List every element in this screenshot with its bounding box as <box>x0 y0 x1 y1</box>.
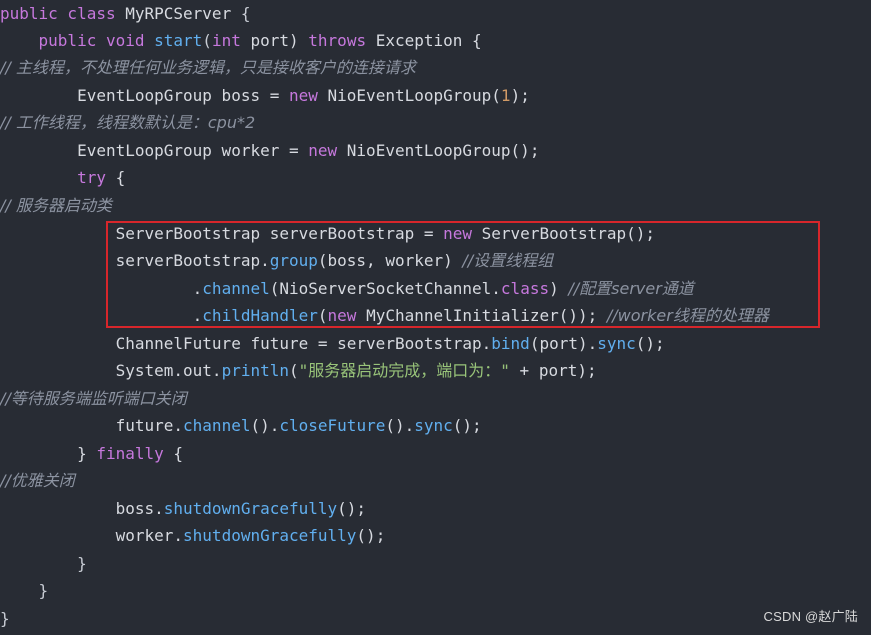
plain-token: . <box>0 306 203 325</box>
code-line-21: } <box>0 554 87 573</box>
method-name-token: println <box>221 361 289 380</box>
plain-token: ServerBootstrap(); <box>472 224 656 243</box>
plain-token: ( <box>317 306 328 325</box>
number-token: 1 <box>500 86 511 105</box>
method-name-token: closeFuture <box>279 416 386 435</box>
code-line-19: boss.shutdownGracefully(); <box>0 495 366 522</box>
plain-token: } <box>0 444 97 463</box>
code-line-7: try { <box>0 164 125 191</box>
code-line-9: ServerBootstrap serverBootstrap = new Se… <box>0 220 655 247</box>
watermark-text: CSDN @赵广陆 <box>763 609 858 624</box>
plain-token: NioEventLoopGroup( <box>317 86 501 105</box>
keyword-token: public void <box>0 31 155 50</box>
plain-token: (); <box>452 416 482 435</box>
code-line-10: serverBootstrap.group(boss, worker) //设置… <box>0 247 554 274</box>
method-name-token: bind <box>491 334 530 353</box>
keyword-token: try <box>77 168 106 187</box>
code-comment-line: //等待服务端监听端口关闭 <box>0 389 187 408</box>
code-line-4: EventLoopGroup boss = new NioEventLoopGr… <box>0 82 530 109</box>
plain-token: (). <box>250 416 280 435</box>
plain-token: ); <box>510 86 530 105</box>
code-line-6: EventLoopGroup worker = new NioEventLoop… <box>0 137 539 164</box>
code-line-13: ChannelFuture future = serverBootstrap.b… <box>0 330 665 357</box>
method-name-token: shutdownGracefully <box>183 526 357 545</box>
plain-token: (boss, worker) <box>317 251 463 270</box>
plain-token: (); <box>337 499 367 518</box>
keyword-token: new <box>327 306 357 325</box>
plain-token: . <box>0 279 203 298</box>
plain-token: { <box>163 444 184 463</box>
plain-token: EventLoopGroup boss = <box>0 86 289 105</box>
code-line-17: } finally { <box>0 440 183 467</box>
code-line-2: public void start(int port) throws Excep… <box>0 27 482 54</box>
class-name-token: MyRPCServer <box>125 4 232 23</box>
plain-token: port) <box>240 31 309 50</box>
method-name-token: channel <box>202 279 270 298</box>
plain-token: MyChannelInitializer()); <box>356 306 607 325</box>
keyword-token: new <box>288 86 318 105</box>
string-token: "服务器启动完成，端口为：" <box>298 361 510 380</box>
code-line-11: .channel(NioServerSocketChannel.class) /… <box>0 275 694 302</box>
plain-token: Exception { <box>366 31 482 50</box>
keyword-token: finally <box>96 444 164 463</box>
plain-token: System.out. <box>0 361 222 380</box>
keyword-token: public class <box>0 4 126 23</box>
plain-token: (). <box>385 416 415 435</box>
method-name-token: sync <box>414 416 453 435</box>
keyword-token: class <box>500 279 550 298</box>
plain-token: ) <box>549 279 569 298</box>
punctuation-token: { <box>231 4 251 23</box>
method-name-token: start <box>154 31 203 50</box>
plain-token: serverBootstrap. <box>0 251 270 270</box>
code-line-1: public class MyRPCServer { <box>0 0 250 27</box>
code-line-14: System.out.println("服务器启动完成，端口为：" + port… <box>0 357 597 384</box>
keyword-token: new <box>443 224 473 243</box>
plain-token: EventLoopGroup worker = <box>0 141 309 160</box>
plain-token: (NioServerSocketChannel. <box>269 279 501 298</box>
code-line-23: } <box>0 609 10 628</box>
inline-comment-token: //设置线程组 <box>462 251 554 270</box>
code-line-22: } <box>0 581 49 600</box>
plain-token: ServerBootstrap serverBootstrap = <box>0 224 444 243</box>
code-line-12: .childHandler(new MyChannelInitializer()… <box>0 302 769 329</box>
code-line-20: worker.shutdownGracefully(); <box>0 522 386 549</box>
method-name-token: childHandler <box>202 306 318 325</box>
keyword-token: int <box>211 31 241 50</box>
plain-token: { <box>105 168 126 187</box>
plain-token: worker. <box>0 526 184 545</box>
plain-token: + port); <box>509 361 597 380</box>
plain-token: (); <box>356 526 386 545</box>
plain-token: boss. <box>0 499 164 518</box>
method-name-token: sync <box>597 334 636 353</box>
code-line-16: future.channel().closeFuture().sync(); <box>0 412 482 439</box>
plain-token: ChannelFuture future = serverBootstrap. <box>0 334 492 353</box>
inline-comment-token: //配置server通道 <box>568 279 694 298</box>
inline-comment-token: //worker线程的处理器 <box>606 306 769 325</box>
keyword-token: new <box>308 141 338 160</box>
plain-token: (port). <box>529 334 598 353</box>
method-name-token: group <box>269 251 318 270</box>
code-comment-line: // 服务器启动类 <box>0 196 112 215</box>
method-name-token: channel <box>183 416 251 435</box>
code-comment-line: // 主线程，不处理任何业务逻辑，只是接收客户的连接请求 <box>0 58 416 77</box>
plain-token: (); <box>635 334 665 353</box>
code-editor: public class MyRPCServer { public void s… <box>0 0 871 635</box>
punctuation-token: ( <box>202 31 212 50</box>
plain-token: ( <box>289 361 299 380</box>
code-comment-line: //优雅关闭 <box>0 471 75 490</box>
plain-token: future. <box>0 416 184 435</box>
code-comment-line: // 工作线程，线程数默认是：cpu*2 <box>0 113 256 132</box>
plain-token: NioEventLoopGroup(); <box>337 141 540 160</box>
keyword-token: throws <box>308 31 367 50</box>
method-name-token: shutdownGracefully <box>163 499 338 518</box>
